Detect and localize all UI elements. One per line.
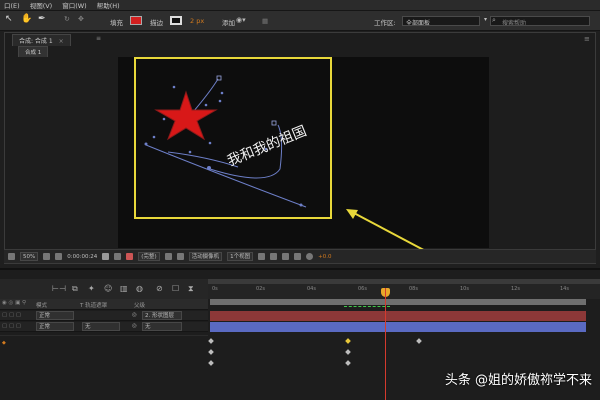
layer-mode-select[interactable]: 正常 [36,322,74,331]
timeline-toolbar: ⊢⊣ ⧉ ✦ ☺ ▥ ◍ ⊘ ☐ ⧗ [0,279,208,299]
add-label: 添加 [222,19,235,27]
layer-column-header: ◉ ◎ ▣ ⚲ 模式 T 轨道遮罩 父级 [0,299,208,310]
draft-3d-icon[interactable]: ✦ [88,284,95,293]
property-marker-icon: ◆ [2,340,6,346]
property-rows: ◆ [0,335,208,371]
breadcrumb[interactable]: 合成 1 [18,46,49,57]
move-arrow-icon[interactable]: ↖ [5,14,13,24]
current-timecode[interactable]: 0:00:00:24 [67,254,97,260]
rotate-icon[interactable]: ↻ [64,15,70,23]
always-preview-icon[interactable] [8,253,15,260]
exposure-reset-icon[interactable] [306,253,314,260]
transparency-grid-icon[interactable] [176,253,184,260]
ruler-tick-label: 02s [256,286,265,292]
layer-parent-select[interactable]: 无 [142,322,182,331]
view-layout-select[interactable]: 1个视图 [227,252,254,261]
trkmat-column-header: T 轨道遮罩 [80,303,108,309]
menu-bar: 口(E) 视图(V) 窗口(W) 帮助(H) [0,0,600,11]
hand-icon[interactable]: ✋ [21,14,32,24]
panel-menu-icon[interactable]: ≡ [96,35,101,42]
flowchart-icon[interactable] [294,253,302,260]
grid-icon[interactable]: ▦ [262,17,268,25]
fill-label: 填充 [110,19,123,27]
current-time-indicator[interactable] [385,288,386,400]
ruler-tick-label: 10s [460,286,469,292]
pickwhip-icon[interactable]: ◎ [132,312,137,318]
mode-column-header: 模式 [36,303,48,309]
ruler-tick-label: 14s [560,286,569,292]
pan-behind-icon[interactable]: ✥ [78,15,84,23]
parent-column-header: 父级 [134,303,146,309]
snapshot-icon[interactable] [102,253,110,260]
layer-duration-bar[interactable] [210,311,586,321]
layer-duration-bar[interactable] [210,322,586,332]
menu-view[interactable]: 视图(V) [30,0,53,10]
add-dropdown-icon[interactable]: ◉▾ [236,16,246,24]
motion-blur-icon[interactable]: ◍ [136,284,143,293]
color-channel-icon[interactable] [126,253,134,260]
stroke-label: 描边 [150,19,163,27]
ruler-tick-label: 12s [511,286,520,292]
composition-tab-label: 合成: 合成 1 [19,38,53,45]
highlight-box [134,57,332,219]
fast-preview-icon[interactable] [270,253,278,260]
zoom-select[interactable]: 50% [20,252,39,261]
layer-trkmat-select[interactable]: 无 [82,322,120,331]
pickwhip-icon[interactable]: ◎ [132,323,137,329]
time-ruler[interactable]: 0s 02s 04s 06s 08s 10s 12s 14s [208,279,600,299]
stroke-color-swatch[interactable] [170,16,182,25]
frame-blend-icon[interactable]: ▥ [120,284,128,293]
camera-select[interactable]: 活动摄像机 [188,252,223,261]
panel-options-icon[interactable]: ≡ [584,35,590,43]
show-snapshot-icon[interactable] [114,253,122,260]
ruler-tick-label: 04s [307,286,316,292]
close-icon[interactable]: × [59,38,64,45]
fill-color-swatch[interactable] [130,16,142,25]
auto-keyframe-icon[interactable]: ⧗ [188,284,194,294]
ruler-tick-label: 0s [212,286,218,292]
region-of-interest-icon[interactable] [164,253,172,260]
timeline-icon[interactable] [282,253,290,260]
brainstorm-icon[interactable]: ☐ [172,284,179,293]
help-search-input[interactable]: 搜索帮助 [490,16,590,26]
layer-row[interactable]: ▢ ▢ ▢ 正常 ◎ 2. 形状图层 [0,311,208,321]
layer-switches-icon[interactable]: ▢ ▢ ▢ [2,323,21,329]
layer-mode-select[interactable]: 正常 [36,311,74,320]
viewer-controls-bar: 50% 0:00:00:24 (完整) 活动摄像机 1个视图 +0.0 [4,249,596,263]
stroke-width-value[interactable]: 2 px [190,17,204,25]
search-icon: ⌕ [492,16,496,24]
exposure-value[interactable]: +0.0 [318,254,331,260]
fit-icon[interactable] [55,253,63,260]
layer-row[interactable]: ▢ ▢ ▢ 正常 无 ◎ 无 [0,322,208,332]
safe-margins-icon[interactable] [43,253,51,260]
shy-icon[interactable]: ☺ [104,284,112,293]
menu-edit[interactable]: 口(E) [4,0,20,10]
ruler-tick-label: 06s [358,286,367,292]
pen-tool-icon[interactable]: ✒ [38,14,46,24]
workspace-label: 工作区: [374,19,396,27]
comp-mini-flowchart-icon[interactable]: ⧉ [72,284,78,294]
layer-switches-icon[interactable]: ▢ ▢ ▢ [2,312,21,318]
menu-window[interactable]: 窗口(W) [62,0,87,10]
watermark: 头条 @姐的娇傲祢学不来 [444,373,592,388]
work-area-range[interactable] [210,299,586,305]
workspace-select[interactable]: 全部面板 [402,16,480,26]
layer-parent-select[interactable]: 2. 形状图层 [142,311,182,320]
cache-indicator [344,306,390,309]
ruler-tick-label: 08s [409,286,418,292]
toggle-pixel-icon[interactable] [258,253,266,260]
timeline-search-icon[interactable]: ⊢⊣ [52,284,66,293]
graph-editor-icon[interactable]: ⊘ [156,284,163,293]
resolution-select[interactable]: (完整) [138,252,160,261]
av-switches-icon[interactable]: ◉ ◎ ▣ ⚲ [2,300,26,306]
work-area-bar[interactable] [208,279,600,284]
tab-composition[interactable]: 合成: 合成 1 × [12,34,71,46]
menu-help[interactable]: 帮助(H) [97,0,120,10]
workspace-chevron-icon[interactable]: ▾ [484,16,487,23]
